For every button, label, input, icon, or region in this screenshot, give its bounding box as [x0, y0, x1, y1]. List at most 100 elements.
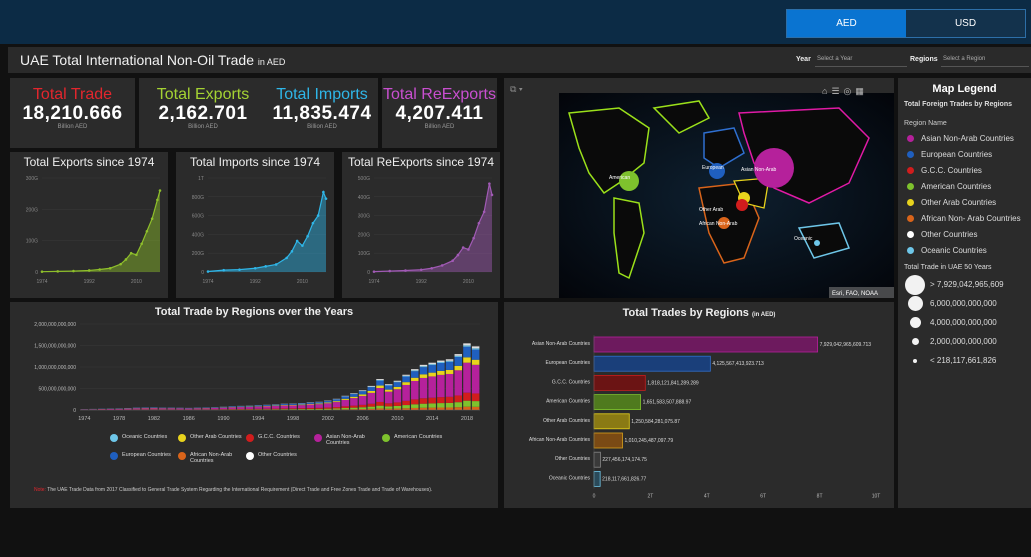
map-label: Other Arab — [699, 207, 723, 213]
bar[interactable] — [593, 394, 641, 410]
category-label: American Countries — [546, 399, 590, 405]
legend-dot-icon — [246, 452, 254, 460]
stacked-bar[interactable] — [289, 403, 297, 410]
world-map[interactable]: Asian Non-Arab American European Other A… — [559, 93, 894, 298]
bar-segment — [358, 390, 367, 391]
bar-segment — [297, 409, 306, 410]
stacked-bar[interactable] — [454, 354, 463, 410]
stacked-bar[interactable] — [176, 407, 184, 410]
data-point — [285, 256, 288, 260]
stacked-bar[interactable] — [445, 359, 454, 410]
stacked-bar[interactable] — [332, 398, 341, 410]
bar-segment — [367, 387, 376, 391]
bar-segment — [289, 405, 297, 409]
map-layers-icon[interactable]: ⧉ ▾ — [510, 84, 523, 95]
legend-dot-icon — [907, 214, 914, 222]
bar-segment — [463, 345, 471, 347]
bar-segment — [254, 408, 263, 410]
stacked-bar[interactable] — [150, 407, 158, 410]
stacked-bar[interactable] — [350, 393, 358, 410]
stacked-bar[interactable] — [393, 380, 402, 410]
bar[interactable] — [593, 355, 711, 372]
stacked-legend-item[interactable]: American Countries — [382, 434, 450, 446]
stacked-bar[interactable] — [184, 407, 193, 410]
stacked-bar[interactable] — [158, 407, 167, 410]
list-icon[interactable]: ☰ — [831, 86, 843, 96]
year-select[interactable]: Select a Year — [815, 53, 907, 67]
kpi-unit: Billion AED — [424, 124, 455, 130]
stacked-bar[interactable] — [254, 405, 263, 410]
legend-dot-icon — [907, 150, 914, 158]
bar[interactable] — [593, 375, 646, 391]
stacked-bar[interactable] — [132, 407, 141, 410]
bar-segment — [445, 396, 454, 403]
stacked-bar[interactable] — [419, 364, 428, 410]
stacked-legend-item[interactable]: G.C.C. Countries — [246, 434, 314, 446]
stacked-legend-item[interactable]: European Countries — [110, 452, 178, 464]
stacked-bar[interactable] — [315, 401, 323, 410]
stacked-bar[interactable] — [271, 404, 280, 410]
legend-region-item: African Non- Arab Countries — [907, 210, 1031, 226]
stacked-bar[interactable] — [402, 374, 410, 410]
stacked-bar[interactable] — [228, 406, 236, 410]
stacked-legend-item[interactable]: Asian Non-Arab Countries — [314, 434, 382, 446]
stacked-bar[interactable] — [297, 403, 306, 410]
bar[interactable] — [593, 336, 818, 353]
stacked-bar[interactable] — [437, 360, 445, 410]
bar[interactable] — [593, 470, 601, 487]
bar-segment — [402, 405, 410, 409]
stacked-bar[interactable] — [263, 404, 271, 410]
bar-segment — [393, 389, 402, 403]
stacked-legend-item[interactable]: Other Arab Countries — [178, 434, 246, 446]
grid-icon[interactable]: ▦ — [855, 86, 868, 96]
bar[interactable] — [593, 432, 623, 449]
stacked-bar[interactable] — [245, 405, 254, 410]
stacked-bar[interactable] — [280, 403, 289, 410]
stacked-bar[interactable] — [202, 407, 210, 410]
stacked-bar[interactable] — [384, 384, 393, 410]
stacked-bar[interactable] — [411, 369, 419, 410]
x-tick-label: 2010 — [131, 279, 142, 285]
bar-segment — [245, 405, 254, 407]
stacked-bar[interactable] — [367, 385, 376, 410]
stacked-bar[interactable] — [211, 407, 219, 410]
bar-segment — [376, 380, 384, 386]
stacked-bar[interactable] — [463, 343, 471, 410]
layers-icon[interactable]: ◎ — [844, 86, 856, 96]
y-tick-label: 500G — [358, 176, 370, 182]
bar[interactable] — [593, 413, 630, 430]
stacked-bar[interactable] — [358, 390, 367, 410]
stacked-bar[interactable] — [219, 406, 228, 410]
bar-segment — [350, 396, 358, 399]
bar[interactable] — [593, 451, 601, 468]
stacked-legend-item[interactable]: African Non-Arab Countries — [178, 452, 246, 464]
stacked-legend-item[interactable]: Other Countries — [246, 452, 314, 464]
bar-segment — [184, 408, 193, 410]
stacked-bar[interactable] — [471, 346, 480, 410]
bar-segment — [228, 407, 236, 410]
stacked-bar[interactable] — [193, 407, 202, 410]
bar-segment — [367, 392, 376, 404]
stacked-bar[interactable] — [141, 407, 149, 410]
stacked-bar[interactable] — [237, 405, 245, 410]
bar-segment — [219, 406, 228, 408]
currency-toggle[interactable]: AED USD — [786, 9, 1026, 38]
x-tick-label: 1998 — [287, 416, 299, 422]
category-label: Asian Non-Arab Countries — [532, 341, 591, 347]
stacked-legend-item[interactable]: Oceanic Countries — [110, 434, 178, 446]
size-circle-icon — [911, 338, 919, 345]
aed-toggle[interactable]: AED — [787, 10, 906, 37]
stacked-bar[interactable] — [306, 402, 315, 410]
stacked-bar[interactable] — [167, 407, 176, 410]
x-tick-label: 1974 — [36, 279, 47, 285]
stacked-bar[interactable] — [341, 395, 349, 410]
stacked-bar[interactable] — [376, 379, 384, 410]
regions-select[interactable]: Select a Region — [941, 53, 1029, 67]
usd-toggle[interactable]: USD — [906, 10, 1025, 37]
stacked-bar[interactable] — [428, 362, 436, 410]
stacked-bar[interactable] — [324, 400, 332, 410]
y-tick-label: 2,000,000,000,000 — [34, 322, 76, 328]
data-point — [322, 190, 325, 194]
bar-segment — [393, 381, 402, 383]
bar-segment — [271, 408, 280, 410]
